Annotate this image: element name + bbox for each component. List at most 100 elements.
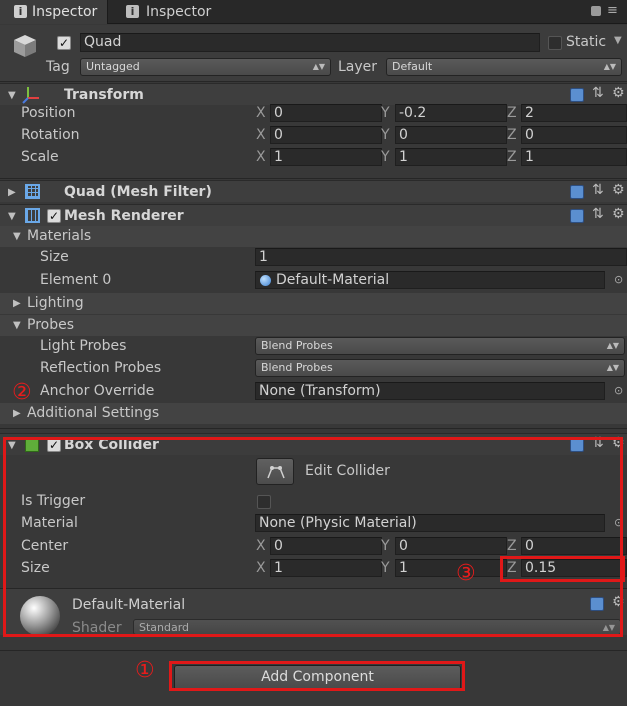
rotation-z-axis-label: Z — [507, 127, 517, 143]
position-z-axis-label: Z — [507, 105, 517, 121]
mesh-renderer-enabled-checkbox[interactable]: ✓ — [47, 209, 61, 223]
tab-inspector-1[interactable]: i Inspector — [0, 0, 108, 24]
active-checkbox[interactable]: ✓ — [57, 36, 71, 50]
layer-value: Default — [392, 60, 433, 73]
rotation-y-input[interactable]: 0 — [395, 126, 507, 144]
scale-z-input[interactable]: 1 — [521, 148, 627, 166]
collapse-arrow-icon[interactable]: ▼ — [8, 90, 16, 101]
preset-sliders-icon[interactable]: ⇅ — [592, 207, 604, 221]
foldout-label: Additional Settings — [27, 405, 160, 421]
edit-collider-icon — [267, 466, 285, 479]
center-z-input[interactable]: 0 — [521, 537, 627, 555]
rotation-label: Rotation — [21, 127, 80, 143]
edit-collider-button[interactable] — [256, 458, 294, 485]
scale-label: Scale — [21, 149, 59, 165]
add-component-button[interactable]: Add Component — [174, 665, 461, 690]
help-book-icon[interactable] — [590, 597, 604, 611]
gear-icon[interactable]: ⚙ — [612, 183, 625, 197]
shader-dropdown[interactable]: Standard ▲▼ — [133, 619, 621, 635]
material-label: Material — [21, 515, 78, 531]
is-trigger-label: Is Trigger — [21, 493, 86, 509]
preset-sliders-icon[interactable]: ⇅ — [592, 436, 604, 450]
collapse-arrow-icon: ▼ — [13, 320, 21, 331]
rotation-x-axis-label: X — [256, 127, 266, 143]
reflection-probes-dropdown[interactable]: Blend Probes ▲▼ — [255, 359, 625, 377]
shader-label: Shader — [72, 620, 122, 636]
help-book-icon[interactable] — [570, 209, 584, 223]
probes-foldout[interactable]: ▼ Probes — [0, 315, 627, 336]
mesh-renderer-header[interactable]: ▼ ✓ Mesh Renderer ⇅ ⚙ — [0, 204, 627, 226]
lighting-foldout[interactable]: ▶ Lighting — [0, 293, 627, 314]
scale-y-input[interactable]: 1 — [395, 148, 507, 166]
foldout-label: Probes — [27, 317, 75, 333]
box-collider-icon — [25, 438, 39, 452]
scale-x-input[interactable]: 1 — [270, 148, 382, 166]
position-y-axis-label: Y — [381, 105, 390, 121]
collapse-arrow-icon[interactable]: ▼ — [8, 440, 16, 451]
component-title: Box Collider — [64, 437, 159, 453]
preset-sliders-icon[interactable]: ⇅ — [592, 183, 604, 197]
object-picker-icon[interactable]: ⊙ — [614, 517, 623, 528]
size-y-input[interactable]: 1 — [395, 559, 507, 577]
object-name-input[interactable]: Quad — [80, 33, 540, 52]
expand-arrow-icon[interactable]: ▶ — [8, 187, 16, 198]
gear-icon[interactable]: ⚙ — [612, 436, 625, 450]
help-book-icon[interactable] — [570, 438, 584, 452]
rotation-z-input[interactable]: 0 — [521, 126, 627, 144]
center-z-axis-label: Z — [507, 538, 517, 554]
materials-foldout[interactable]: ▼ Materials — [0, 226, 627, 247]
collapse-arrow-icon[interactable]: ▼ — [8, 211, 16, 222]
is-trigger-checkbox[interactable] — [257, 495, 271, 509]
size-x-input[interactable]: 1 — [270, 559, 382, 577]
center-x-axis-label: X — [256, 538, 266, 554]
center-y-axis-label: Y — [381, 538, 390, 554]
help-book-icon[interactable] — [570, 185, 584, 199]
static-dropdown-icon[interactable]: ▼ — [614, 36, 622, 46]
divider — [0, 428, 627, 429]
info-icon: i — [126, 5, 139, 18]
size-z-input[interactable]: 0.15 — [521, 559, 627, 577]
help-book-icon[interactable] — [570, 88, 584, 102]
dropdown-arrow-icon: ▲▼ — [602, 623, 615, 632]
element0-object-field[interactable]: Default-Material — [255, 271, 605, 289]
menu-icon[interactable]: ≡ — [607, 4, 618, 17]
layer-dropdown[interactable]: Default ▲▼ — [386, 58, 622, 76]
transform-header[interactable]: ▼ Transform ⇅ ⚙ — [0, 83, 627, 105]
physic-material-field[interactable]: None (Physic Material) — [255, 514, 605, 532]
preset-sliders-icon[interactable]: ⇅ — [592, 86, 604, 100]
collapse-arrow-icon: ▼ — [13, 231, 21, 242]
center-y-input[interactable]: 0 — [395, 537, 507, 555]
layer-label: Layer — [338, 59, 378, 75]
anchor-override-field[interactable]: None (Transform) — [255, 382, 605, 400]
gear-icon[interactable]: ⚙ — [612, 207, 625, 221]
lock-icon[interactable] — [591, 6, 601, 16]
mesh-renderer-icon — [25, 208, 40, 223]
object-picker-icon[interactable]: ⊙ — [614, 385, 623, 396]
tab-inspector-2[interactable]: i Inspector — [116, 0, 226, 24]
materials-size-input[interactable]: 1 — [255, 248, 627, 266]
position-x-input[interactable]: 0 — [270, 104, 382, 122]
info-icon: i — [14, 5, 27, 18]
gear-icon[interactable]: ⚙ — [612, 595, 625, 609]
object-picker-icon[interactable]: ⊙ — [614, 274, 623, 285]
mesh-filter-header[interactable]: ▶ Quad (Mesh Filter) ⇅ ⚙ — [0, 180, 627, 202]
position-x-axis-label: X — [256, 105, 266, 121]
center-x-input[interactable]: 0 — [270, 537, 382, 555]
rotation-y-axis-label: Y — [381, 127, 390, 143]
tag-label: Tag — [46, 59, 70, 75]
additional-settings-foldout[interactable]: ▶ Additional Settings — [0, 403, 627, 424]
shader-value: Standard — [139, 621, 190, 634]
position-y-input[interactable]: -0.2 — [395, 104, 507, 122]
box-collider-enabled-checkbox[interactable]: ✓ — [47, 438, 61, 452]
position-z-input[interactable]: 2 — [521, 104, 627, 122]
material-name: Default-Material — [72, 597, 186, 613]
box-collider-header[interactable]: ▼ ✓ Box Collider ⇅ ⚙ — [0, 433, 627, 455]
gear-icon[interactable]: ⚙ — [612, 86, 625, 100]
scale-y-axis-label: Y — [381, 149, 390, 165]
element0-value: Default-Material — [276, 272, 390, 288]
light-probes-dropdown[interactable]: Blend Probes ▲▼ — [255, 337, 625, 355]
tag-dropdown[interactable]: Untagged ▲▼ — [80, 58, 331, 76]
material-sphere-icon — [260, 275, 271, 286]
rotation-x-input[interactable]: 0 — [270, 126, 382, 144]
static-checkbox[interactable] — [548, 36, 562, 50]
